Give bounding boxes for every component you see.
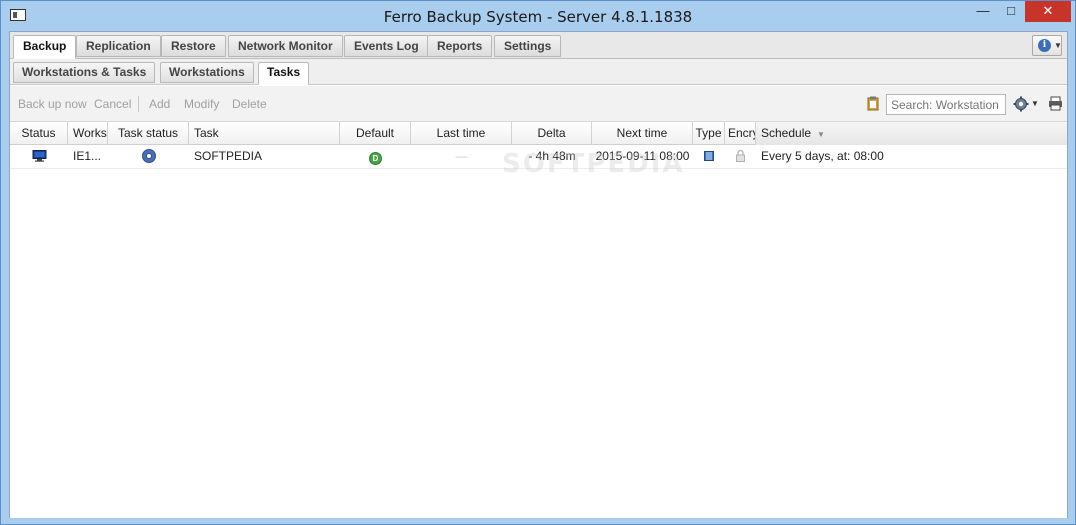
row-encryption-cell xyxy=(725,145,756,168)
toolbar: Back up now Cancel Add Modify Delete ▼ xyxy=(10,86,1067,122)
tasks-grid: Status Workst Task status Task Default L… xyxy=(10,122,1067,518)
subtab-tasks[interactable]: Tasks xyxy=(258,62,310,85)
backup-now-button[interactable]: Back up now xyxy=(18,97,87,111)
row-last-time-cell: — xyxy=(455,149,468,163)
row-schedule-cell: Every 5 days, at: 08:00 xyxy=(761,149,884,163)
gear-icon[interactable] xyxy=(1013,96,1029,112)
delete-button[interactable]: Delete xyxy=(232,97,267,111)
info-icon: i xyxy=(1038,39,1051,52)
sort-desc-icon: ▼ xyxy=(817,130,825,139)
close-button[interactable]: ✕ xyxy=(1025,1,1071,22)
tab-backup[interactable]: Backup xyxy=(13,35,77,59)
print-icon[interactable] xyxy=(1048,96,1063,111)
tab-replication[interactable]: Replication xyxy=(76,35,161,57)
column-header-schedule[interactable]: Schedule ▼ xyxy=(756,122,1067,145)
column-header-schedule-label: Schedule xyxy=(761,126,812,140)
subtab-workstations[interactable]: Workstations xyxy=(160,62,254,83)
sub-tab-bar: Workstations & Tasks Workstations Tasks xyxy=(10,59,1067,85)
clipboard-icon[interactable] xyxy=(867,96,879,111)
column-header-workstation[interactable]: Workst xyxy=(68,122,108,145)
chevron-down-icon[interactable]: ▼ xyxy=(1031,99,1039,108)
lock-icon xyxy=(736,149,745,162)
row-type-cell xyxy=(693,145,725,168)
row-default-cell: D xyxy=(340,145,411,168)
column-header-status[interactable]: Status xyxy=(10,122,68,145)
column-header-type[interactable]: Type xyxy=(693,122,725,145)
column-header-task[interactable]: Task xyxy=(189,122,340,145)
window-title: Ferro Backup System - Server 4.8.1.1838 xyxy=(383,8,693,26)
watermark-text: SOFTPEDIA xyxy=(502,149,685,179)
row-task-cell: SOFTPEDIA xyxy=(194,149,263,163)
title-bar[interactable]: Ferro Backup System - Server 4.8.1.1838 … xyxy=(1,1,1075,31)
maximize-button[interactable]: □ xyxy=(997,1,1025,22)
column-header-next-time[interactable]: Next time xyxy=(592,122,693,145)
toolbar-separator xyxy=(138,96,139,112)
main-tab-bar: Backup Replication Restore Network Monit… xyxy=(10,32,1067,59)
add-button[interactable]: Add xyxy=(149,97,170,111)
column-header-delta[interactable]: Delta xyxy=(512,122,592,145)
column-header-last-time[interactable]: Last time xyxy=(411,122,512,145)
tab-restore[interactable]: Restore xyxy=(161,35,226,57)
modify-button[interactable]: Modify xyxy=(184,97,219,111)
type-icon xyxy=(704,151,714,161)
row-status-cell xyxy=(10,145,68,168)
client-area: Backup Replication Restore Network Monit… xyxy=(9,31,1068,518)
cancel-button[interactable]: Cancel xyxy=(94,97,131,111)
info-menu-button[interactable]: i ▼ xyxy=(1032,35,1062,56)
grid-header: Status Workst Task status Task Default L… xyxy=(10,122,1067,145)
default-task-icon: D xyxy=(369,152,382,165)
minimize-button[interactable]: — xyxy=(969,1,997,22)
app-window: Ferro Backup System - Server 4.8.1.1838 … xyxy=(0,0,1076,525)
column-header-encryption[interactable]: Encry xyxy=(725,122,756,145)
tab-network-monitor[interactable]: Network Monitor xyxy=(228,35,343,57)
search-input[interactable] xyxy=(886,94,1006,115)
column-header-task-status[interactable]: Task status xyxy=(108,122,189,145)
tab-settings[interactable]: Settings xyxy=(494,35,562,57)
task-status-icon xyxy=(141,149,156,163)
row-task-status-cell xyxy=(108,145,189,168)
chevron-down-icon: ▼ xyxy=(1054,41,1062,50)
column-header-default[interactable]: Default xyxy=(340,122,411,145)
row-workstation-cell: IE1... xyxy=(73,149,102,163)
tab-events-log[interactable]: Events Log xyxy=(344,35,429,57)
tab-reports[interactable]: Reports xyxy=(427,35,493,57)
subtab-workstations-tasks[interactable]: Workstations & Tasks xyxy=(13,62,156,83)
monitor-icon xyxy=(32,150,46,162)
